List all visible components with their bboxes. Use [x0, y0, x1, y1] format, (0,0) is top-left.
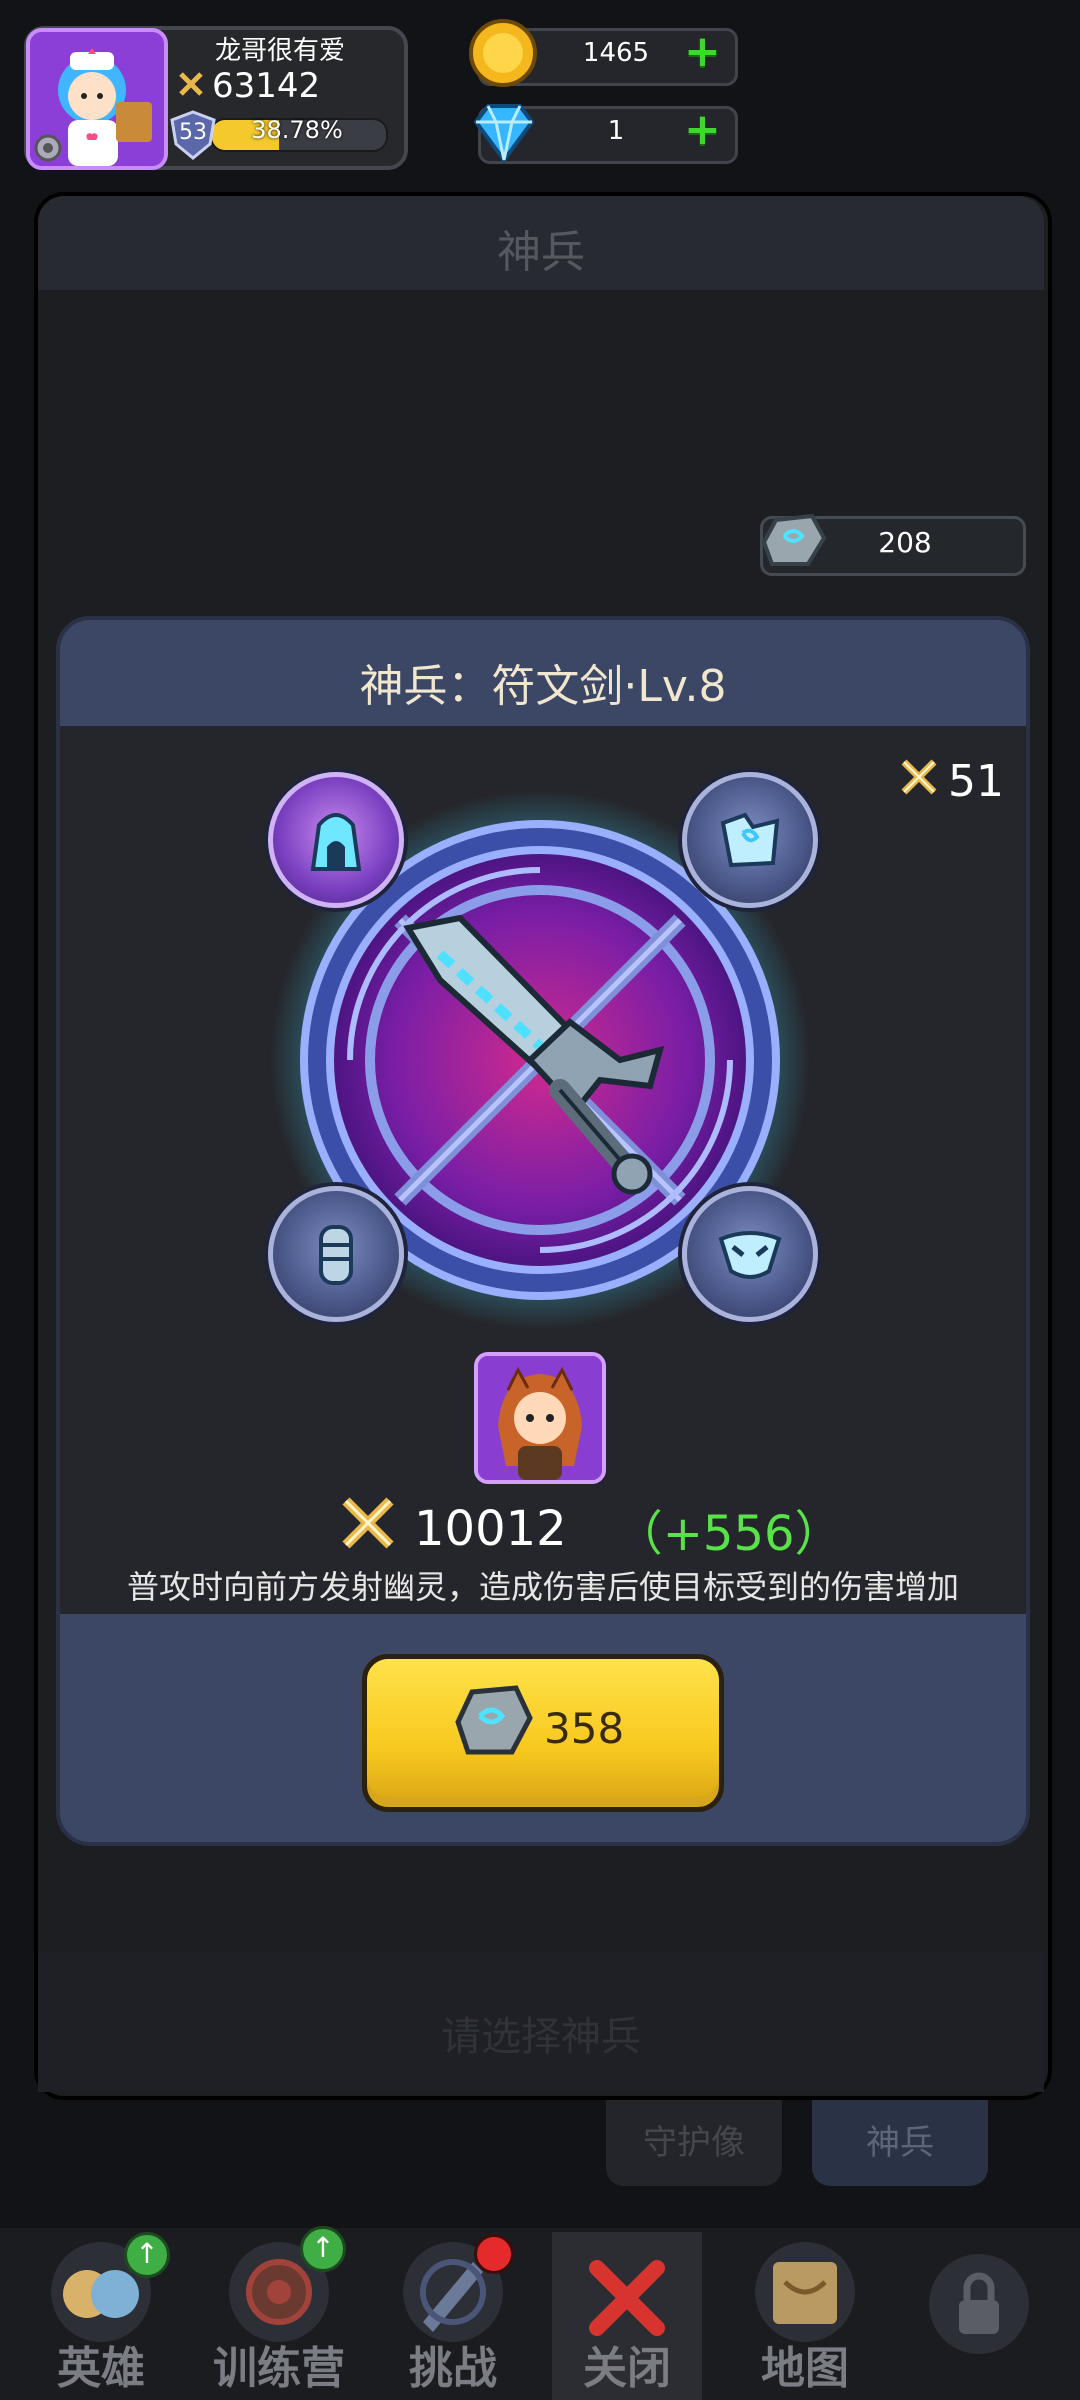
panel-title: 神兵 — [497, 227, 585, 278]
hooded-rune-icon — [310, 813, 362, 871]
nav-map-label: 地图 — [761, 2343, 849, 2394]
tab-divine-weapon[interactable]: 神兵 — [812, 2100, 988, 2186]
gold-amount: 1465 — [582, 38, 650, 68]
level-shield: 53 — [170, 110, 216, 160]
nav-training-camp-label: 训练营 — [213, 2343, 345, 2394]
armor-rune-icon — [720, 812, 780, 868]
upgrade-button[interactable] — [362, 1654, 724, 1812]
crossed-swords-icon — [178, 66, 204, 106]
weapon-description: 普攻时向前方发射幽灵，造成伤害后使目标受到的伤害增加 — [126, 1568, 959, 1606]
add-gold-button[interactable]: + — [684, 30, 721, 74]
rune-slot-4[interactable] — [682, 1186, 818, 1322]
player-power: 63142 — [178, 66, 320, 106]
map-icon — [755, 2242, 855, 2342]
crossed-swords-icon — [340, 1495, 396, 1563]
diamond-icon — [466, 98, 542, 168]
notification-dot — [474, 2234, 514, 2274]
rune-sword-icon — [400, 910, 680, 1210]
nav-heroes-label: 英雄 — [57, 2343, 145, 2394]
rune-slot-2[interactable] — [682, 772, 818, 908]
rune-stone-icon — [448, 1676, 538, 1766]
exp-percent: 38.78% — [251, 116, 343, 144]
rune-slot-3[interactable] — [268, 1186, 404, 1322]
nav-map[interactable]: 地图 — [730, 2232, 880, 2400]
nav-close[interactable]: 关闭 — [552, 2232, 702, 2400]
nav-locked[interactable] — [904, 2232, 1054, 2400]
upgrade-arrow-icon: ↑ — [300, 2226, 346, 2272]
upgrade-cost: 358 — [544, 1704, 625, 1753]
diamond-amount: 1 — [607, 116, 625, 146]
nav-challenge-label: 挑战 — [409, 2343, 497, 2394]
hero-portrait[interactable] — [474, 1352, 606, 1484]
crossed-swords-icon — [900, 756, 938, 807]
gold-coin-icon — [468, 18, 538, 88]
player-avatar[interactable] — [26, 28, 168, 170]
add-diamond-button[interactable]: + — [684, 108, 721, 152]
settings-gear-icon[interactable] — [32, 132, 64, 164]
weapon-power-value: 10012 — [414, 1501, 567, 1557]
weapon-power-bonus: （+556） — [614, 1506, 843, 1562]
close-icon — [587, 2258, 667, 2338]
player-name: 龙哥很有爱 — [214, 36, 345, 66]
rune-slot-1[interactable] — [268, 772, 404, 908]
mask-rune-icon — [718, 1231, 782, 1279]
modal-power: 51 — [900, 756, 1004, 807]
modal-title: 神兵：符文剑·Lv.8 — [359, 661, 727, 712]
nav-close-label: 关闭 — [583, 2343, 671, 2394]
gauntlet-rune-icon — [319, 1225, 353, 1285]
player-level: 53 — [179, 120, 207, 145]
weapon-stats: 10012 （+556） — [340, 1494, 843, 1564]
player-power-value: 63142 — [212, 66, 321, 106]
rune-stone-count: 208 — [878, 526, 932, 559]
upgrade-arrow-icon: ↑ — [124, 2232, 170, 2278]
nav-training-camp[interactable]: ↑ 训练营 — [204, 2226, 354, 2400]
nav-challenge[interactable]: 挑战 — [378, 2232, 528, 2400]
locked-icon — [929, 2254, 1029, 2354]
tab-guardian-statue[interactable]: 守护像 — [606, 2100, 782, 2186]
nav-heroes[interactable]: ↑ 英雄 — [26, 2232, 176, 2400]
select-weapon-hint: 请选择神兵 — [441, 2014, 641, 2060]
modal-power-value: 51 — [948, 756, 1004, 807]
